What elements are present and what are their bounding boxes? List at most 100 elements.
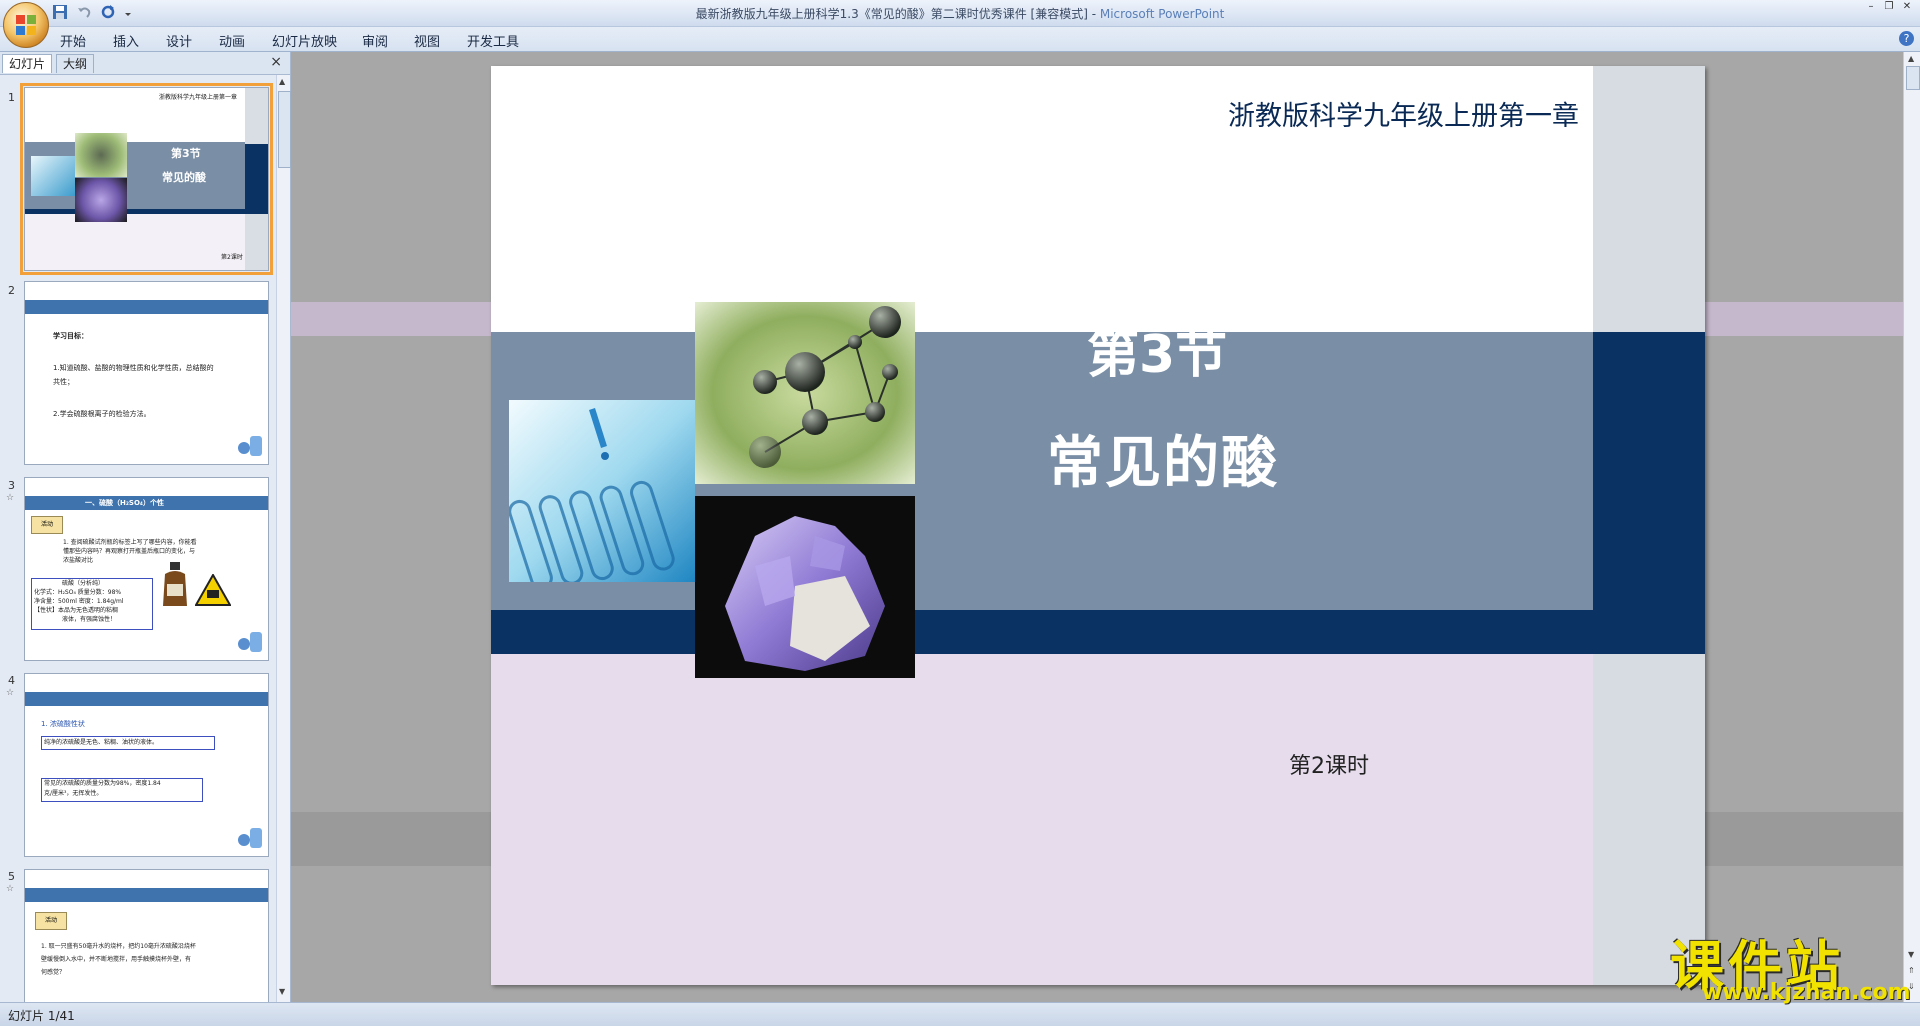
thumb-heading: 学习目标： [53,332,88,340]
tab-design[interactable]: 设计 [166,31,192,50]
thumb-section: 第3节 [171,147,201,160]
panel-close-icon[interactable]: × [270,54,282,70]
slide-editing-area: 浙教版科学九年级上册第一章 第3节 常见的酸 第2课时 [291,52,1903,1002]
thumb-box-text: 纯净的浓硫酸是无色、粘稠、油状的液体。 [44,739,159,746]
thumb-image-molecule [75,133,127,177]
office-logo-icon [16,15,36,35]
panel-scrollbar[interactable]: ▲ ▼ [276,75,291,1002]
slides-panel: 幻灯片 大纲 × 1 浙教版科学九年级上册第一章 第3节 常见的酸 第2课时 2… [0,52,291,1002]
thumb-box: 纯净的浓硫酸是无色、粘稠、油状的液体。 [41,736,215,750]
thumb-line: 1. 查阅硫酸试剂瓶的标签上写了哪些内容，你能看 [63,539,197,546]
tab-insert[interactable]: 插入 [113,31,139,50]
tab-review[interactable]: 审阅 [362,31,388,50]
tab-slideshow[interactable]: 幻灯片放映 [272,31,337,50]
slide-thumbnail-1[interactable]: 浙教版科学九年级上册第一章 第3节 常见的酸 第2课时 [20,83,273,275]
corrosive-warning-icon [195,574,231,606]
thumbnail-list: 1 浙教版科学九年级上册第一章 第3节 常见的酸 第2课时 2 学习目标： 1.… [0,75,275,1002]
thumb-title: 一、硫酸（H₂SO₄）个性 [85,499,164,507]
thumb-label-line: 硫酸（分析纯） [62,580,105,587]
thumb-image-crystal [75,178,127,222]
tab-outline[interactable]: 大纲 [56,54,95,73]
slide-number: 4 [8,674,15,687]
slide-header: 浙教版科学九年级上册第一章 [1228,101,1579,132]
thumb-title: 常见的酸 [162,171,206,184]
activity-badge: 活动 [31,516,63,534]
tab-view[interactable]: 视图 [414,31,440,50]
slide-number: 5 [8,870,15,883]
slide-scrollbar[interactable]: ▲ ▼ ⇑ ⇓ [1903,52,1920,1002]
app-name: Microsoft PowerPoint [1099,7,1225,21]
slide-thumbnail-3[interactable]: 一、硫酸（H₂SO₄）个性 活动 1. 查阅硫酸试剂瓶的标签上写了哪些内容，你能… [24,477,269,661]
slide-number: 2 [8,284,15,297]
lavender-area [491,654,1593,985]
close-icon[interactable]: ✕ [1900,2,1914,12]
watermark-url: www.kjzhan.com [1702,980,1911,1005]
thumb-blue-bar [25,300,268,314]
thumb-box-text: 克/厘米³，无挥发性。 [44,790,103,797]
test-tubes-image [509,400,695,582]
slide-footer: 第2课时 [1289,754,1369,779]
thumb-line: 浓盐酸对比 [63,557,94,564]
thumb-blue-bar [25,888,268,902]
restore-icon[interactable]: ❐ [1882,2,1896,12]
tab-slides[interactable]: 幻灯片 [2,54,53,73]
current-slide[interactable]: 浙教版科学九年级上册第一章 第3节 常见的酸 第2课时 [491,66,1705,985]
thumb-line: 共性； [53,378,74,386]
thumb-image-testtubes [31,156,75,196]
slide-thumbnail-4[interactable]: 1. 浓硫酸性状 纯净的浓硫酸是无色、粘稠、油状的液体。 常见的浓硫酸的质量分数… [24,673,269,857]
minimize-icon[interactable]: – [1864,2,1878,12]
panel-tabs: 幻灯片 大纲 × [0,52,290,75]
thumb-line: 1.知道硫酸、盐酸的物理性质和化学性质，总结酸的 [53,364,214,372]
slide-thumbnail-5[interactable]: 活动 1. 取一只盛有50毫升水的烧杯，把约10毫升浓硫酸沿烧杯 壁缓慢倒入水中… [24,869,269,1002]
watermark-logo: 课件站 www.kjzhan.com [1660,922,1911,1006]
slide-title: 常见的酸 [1047,431,1279,496]
slide-section: 第3节 [1087,325,1228,385]
thumb-box: 常见的浓硫酸的质量分数为98%，密度1.84 克/厘米³，无挥发性。 [41,778,203,802]
thumb-label-line: 【性状】本品为无色透明的粘稠 [34,607,119,614]
scroll-down-icon[interactable]: ▼ [279,987,285,996]
office-button[interactable] [3,2,49,48]
nav-buttons-icon [238,828,262,848]
slide-number: 1 [8,91,15,104]
thumb-label-line: 液体，有强腐蚀性！ [62,616,117,623]
scroll-up-icon[interactable]: ▲ [1908,54,1914,63]
tab-animations[interactable]: 动画 [219,31,245,50]
tab-home[interactable]: 开始 [60,31,86,50]
tab-developer[interactable]: 开发工具 [467,31,519,50]
nav-buttons-icon [238,436,262,456]
slide-indicator: 幻灯片 1/41 [8,1009,75,1023]
ribbon-tabs: 开始 插入 设计 动画 幻灯片放映 审阅 视图 开发工具 ? [0,27,1920,52]
slide-scroll-thumb[interactable] [1906,66,1920,90]
thumb-heading: 1. 浓硫酸性状 [41,720,85,728]
animation-star-icon: ☆ [6,493,15,503]
animation-star-icon: ☆ [6,884,15,894]
thumb-header: 浙教版科学九年级上册第一章 [159,94,238,101]
previous-slide-icon[interactable]: ⇑ [1908,966,1915,975]
help-icon[interactable]: ? [1899,31,1914,46]
fluorite-crystal-image [695,496,915,678]
thumb-line: 懂那些内容吗？再观察打开瓶盖后瓶口的变化，与 [63,548,196,555]
thumb-line: 壁缓慢倒入水中，并不断地搅拌，用手触摸烧杯外壁，有 [41,956,192,963]
panel-scroll-thumb[interactable] [278,91,291,168]
thumb-line: 2.学会硫酸根离子的检验方法。 [53,410,151,418]
thumb-label-line: 化学式：H₂SO₄ 质量分数：98% [34,589,122,596]
molecule-image [695,302,915,484]
slide-number: 3 [8,479,15,492]
thumb-blue-bar [25,692,268,706]
scroll-down-icon[interactable]: ▼ [1908,950,1914,959]
slide-thumbnail-2[interactable]: 学习目标： 1.知道硫酸、盐酸的物理性质和化学性质，总结酸的 共性； 2.学会硫… [24,281,269,465]
thumb-footer: 第2课时 [221,254,243,261]
window-title: 最新浙教版九年级上册科学1.3《常见的酸》第二课时优秀课件 [兼容模式] - M… [0,5,1920,22]
thumb-line: 何感觉？ [41,969,66,976]
window-controls: – ❐ ✕ [1864,2,1914,12]
thumb-label-line: 净含量：500ml 密度：1.84g/ml [34,598,124,605]
title-bar: 最新浙教版九年级上册科学1.3《常见的酸》第二课时优秀课件 [兼容模式] - M… [0,0,1920,27]
thumb-label-box: 硫酸（分析纯） 化学式：H₂SO₄ 质量分数：98% 净含量：500ml 密度：… [31,578,153,630]
acid-bottle-icon [163,562,187,606]
activity-badge: 活动 [35,912,67,930]
thumb-box-text: 常见的浓硫酸的质量分数为98%，密度1.84 [44,780,161,787]
nav-buttons-icon [238,632,262,652]
thumb-line: 1. 取一只盛有50毫升水的烧杯，把约10毫升浓硫酸沿烧杯 [41,943,196,950]
animation-star-icon: ☆ [6,688,15,698]
scroll-up-icon[interactable]: ▲ [279,77,285,86]
